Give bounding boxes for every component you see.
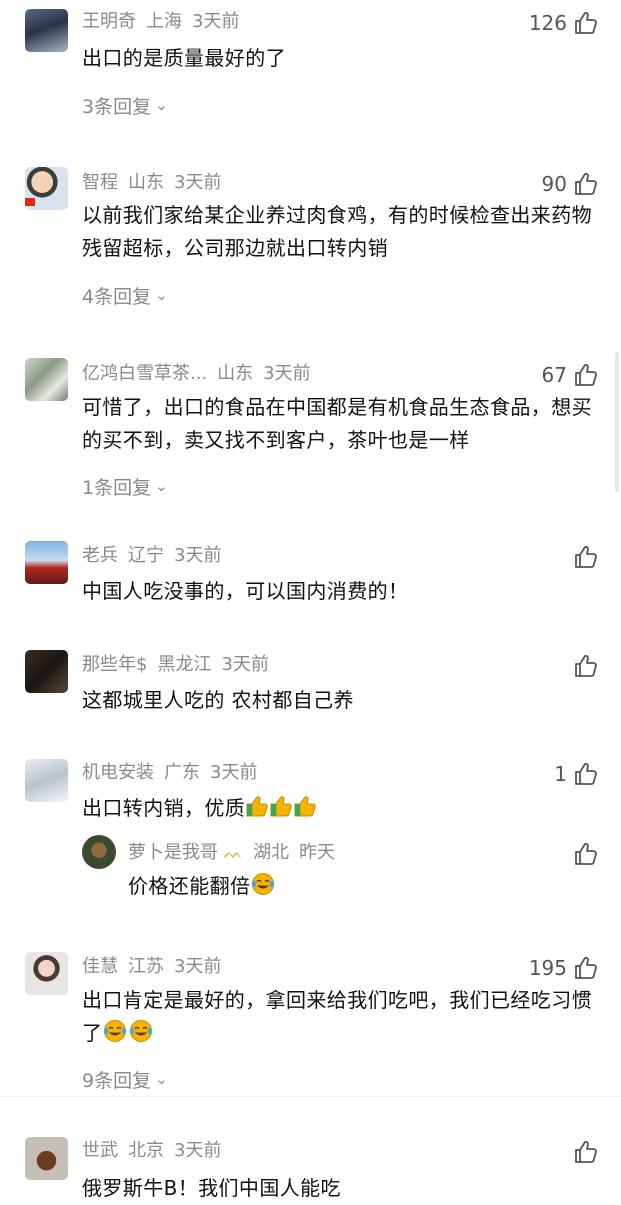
- location: 山东: [217, 363, 254, 384]
- like-button[interactable]: [573, 544, 599, 570]
- like-count: 67: [541, 363, 567, 387]
- thumbs-up-icon[interactable]: [573, 761, 599, 787]
- reply-like-button[interactable]: [573, 841, 599, 867]
- comment-text: 这都城里人吃的 农村都自己养: [82, 688, 354, 712]
- username[interactable]: 佳慧: [82, 956, 118, 977]
- avatar[interactable]: [25, 650, 68, 693]
- username[interactable]: 那些年$: [82, 654, 147, 675]
- username[interactable]: 世武: [82, 1140, 118, 1161]
- thumbs-up-icon[interactable]: [573, 544, 599, 570]
- like-count: 90: [541, 172, 567, 196]
- timestamp: 3天前: [210, 762, 258, 783]
- chevron-down-icon: ⌄: [155, 285, 168, 304]
- comment-meta: 老兵 辽宁 3天前: [82, 545, 221, 567]
- reply-text: 价格还能翻倍: [128, 870, 588, 906]
- view-replies-button[interactable]: 4条回复 ⌄: [82, 282, 168, 309]
- location: 北京: [128, 1140, 164, 1161]
- comment-meta: 王明奇 上海 3天前: [82, 11, 239, 33]
- avatar[interactable]: [25, 1137, 68, 1180]
- comment-text: 中国人吃没事的，可以国内消费的！: [82, 579, 409, 603]
- username[interactable]: 智程: [82, 172, 118, 193]
- like-count: 195: [528, 956, 567, 980]
- location: 广东: [164, 762, 200, 783]
- comment-meta: 亿鸿白雪草茶... 山东 3天前: [82, 363, 311, 385]
- comment-text-body: 出口转内销，优质: [82, 796, 246, 820]
- like-button[interactable]: 90: [542, 171, 599, 197]
- like-button[interactable]: 67: [542, 362, 599, 388]
- comment-text: 俄罗斯牛B！我们中国人能吃: [82, 1176, 341, 1200]
- avatar[interactable]: [25, 759, 68, 802]
- comment-text: 可惜了，出口的食品在中国都是有机食品生态食品，想买的买不到，卖又找不到客户，茶叶…: [82, 395, 592, 452]
- username[interactable]: 王明奇: [82, 11, 136, 32]
- location: 辽宁: [128, 545, 164, 566]
- location: 上海: [146, 11, 182, 32]
- comment-meta: 机电安装 广东 3天前: [82, 762, 257, 784]
- replies-count: 3条回复: [82, 96, 152, 118]
- reply-username[interactable]: 萝卜是我哥: [128, 842, 218, 863]
- avatar[interactable]: [25, 167, 68, 210]
- comment-meta: 佳慧 江苏 3天前: [82, 956, 221, 978]
- like-count: 1: [554, 762, 567, 786]
- reply-meta: 萝卜是我哥 ᨓ 湖北 昨天: [128, 842, 335, 864]
- like-count: 126: [528, 11, 567, 35]
- thumbs-up-icon[interactable]: [573, 10, 599, 36]
- scrollbar[interactable]: [615, 352, 619, 492]
- location: 江苏: [128, 956, 164, 977]
- username[interactable]: 老兵: [82, 545, 118, 566]
- thumbs-up-icon[interactable]: [573, 362, 599, 388]
- chevron-down-icon: ⌄: [155, 1069, 168, 1088]
- replies-count: 4条回复: [82, 286, 152, 308]
- like-button[interactable]: [573, 1139, 599, 1165]
- replies-count: 1条回复: [82, 477, 152, 499]
- view-replies-button[interactable]: 1条回复 ⌄: [82, 473, 168, 500]
- avatar[interactable]: [25, 358, 68, 401]
- thumbs-up-emoji: [245, 794, 317, 828]
- comment-meta: 智程 山东 3天前: [82, 172, 221, 194]
- thumbs-up-icon[interactable]: [573, 841, 599, 867]
- vip-badge-icon: ᨓ: [224, 843, 244, 862]
- divider: [0, 1096, 621, 1097]
- avatar[interactable]: [25, 9, 68, 52]
- reply-timestamp: 昨天: [299, 842, 336, 863]
- timestamp: 3天前: [174, 1140, 222, 1161]
- comment-text: 出口肯定是最好的，拿回来给我们吃吧，我们已经吃习惯了: [82, 984, 602, 1053]
- username[interactable]: 亿鸿白雪草茶...: [82, 363, 207, 384]
- chevron-down-icon: ⌄: [155, 476, 168, 495]
- flag-icon: [25, 198, 35, 206]
- comment-text: 出口的是质量最好的了: [82, 46, 286, 70]
- reply-avatar[interactable]: [82, 835, 116, 869]
- laugh-cry-emoji: [102, 1019, 154, 1053]
- comment-meta: 世武 北京 3天前: [82, 1140, 221, 1162]
- like-button[interactable]: [573, 653, 599, 679]
- username[interactable]: 机电安装: [82, 762, 154, 783]
- laugh-cry-emoji: [250, 872, 276, 906]
- timestamp: 3天前: [221, 654, 269, 675]
- thumbs-up-icon[interactable]: [573, 1139, 599, 1165]
- comment-text: 出口转内销，优质: [82, 792, 602, 828]
- comment-meta: 那些年$ 黑龙江 3天前: [82, 654, 269, 676]
- location: 山东: [128, 172, 164, 193]
- location: 黑龙江: [157, 654, 212, 675]
- view-replies-button[interactable]: 9条回复 ⌄: [82, 1066, 168, 1093]
- like-button[interactable]: 195: [529, 955, 599, 981]
- avatar[interactable]: [25, 541, 68, 584]
- comment-text: 以前我们家给某企业养过肉食鸡，有的时候检查出来药物残留超标，公司那边就出口转内销: [82, 203, 592, 260]
- timestamp: 3天前: [174, 172, 222, 193]
- thumbs-up-icon[interactable]: [573, 653, 599, 679]
- avatar[interactable]: [25, 952, 68, 995]
- comment-text-body: 出口肯定是最好的，拿回来给我们吃吧，我们已经吃习惯了: [82, 988, 592, 1045]
- replies-count: 9条回复: [82, 1070, 152, 1092]
- reply-text-body: 价格还能翻倍: [128, 874, 251, 898]
- timestamp: 3天前: [192, 11, 240, 32]
- timestamp: 3天前: [174, 545, 222, 566]
- like-button[interactable]: 1: [554, 761, 599, 787]
- timestamp: 3天前: [174, 956, 222, 977]
- timestamp: 3天前: [263, 363, 311, 384]
- thumbs-up-icon[interactable]: [573, 955, 599, 981]
- reply-location: 湖北: [253, 842, 290, 863]
- chevron-down-icon: ⌄: [155, 95, 168, 114]
- thumbs-up-icon[interactable]: [573, 171, 599, 197]
- like-button[interactable]: 126: [529, 10, 599, 36]
- view-replies-button[interactable]: 3条回复 ⌄: [82, 92, 168, 119]
